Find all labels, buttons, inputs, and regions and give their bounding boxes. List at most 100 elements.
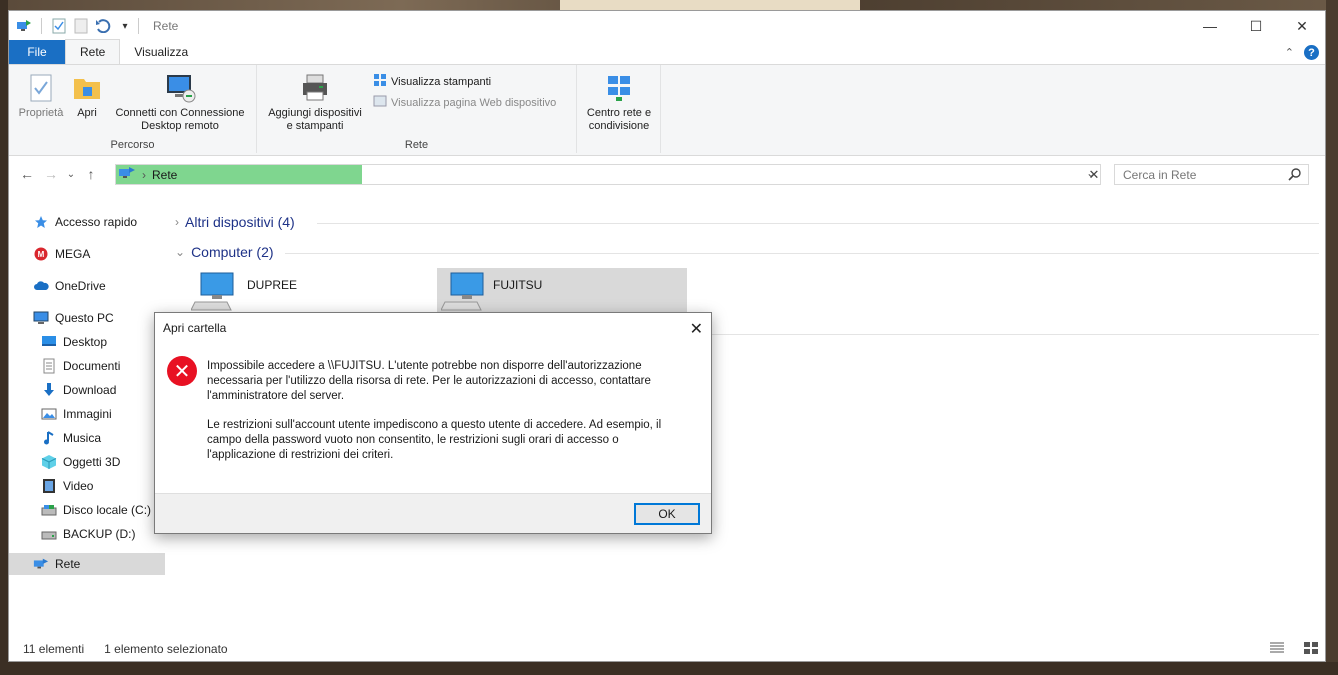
recent-locations-button[interactable]: ⌄	[63, 169, 79, 180]
connetti-desktop-remoto-button[interactable]: Connetti con Connessione Desktop remoto	[109, 71, 251, 133]
dialog-line: Le restrizioni sull'account utente imped…	[207, 419, 662, 431]
group-rete-label: Rete	[404, 139, 429, 151]
address-clear-button[interactable]: ✕	[1085, 164, 1103, 185]
up-button[interactable]: ↑	[79, 166, 103, 182]
group-altri-dispositivi[interactable]: › Altri dispositivi (4)	[175, 214, 295, 230]
group-altri-label: Altri dispositivi (4)	[185, 214, 295, 230]
group-centro: Centro rete e condivisione	[577, 65, 661, 153]
search-input[interactable]: Cerca in Rete	[1114, 164, 1309, 185]
desktop-wallpaper-top	[560, 0, 860, 10]
visualizza-stampanti-button[interactable]: Visualizza stampanti	[373, 73, 491, 90]
qat-dropdown-icon[interactable]: ▾	[116, 17, 134, 35]
collapse-ribbon-icon[interactable]: ⌃	[1285, 46, 1294, 59]
chevron-right-icon: ›	[175, 215, 179, 229]
address-bar[interactable]: › Rete ⌄	[115, 164, 1101, 185]
visualizza-pagina-web-button[interactable]: Visualizza pagina Web dispositivo	[373, 94, 556, 111]
sidebar-item-label: Accesso rapido	[55, 215, 138, 229]
chevron-right-icon[interactable]: ›	[142, 168, 146, 182]
network-icon	[33, 556, 49, 572]
properties-icon	[24, 71, 58, 105]
sidebar-item-documenti[interactable]: Documenti	[41, 358, 120, 374]
error-dialog: Apri cartella ✕ ✕ Impossibile accedere a…	[154, 312, 712, 534]
sidebar-item-questo-pc[interactable]: Questo PC	[33, 310, 114, 326]
group-divider	[285, 253, 1319, 254]
large-icons-view-icon[interactable]	[1303, 641, 1319, 658]
dialog-footer: OK	[155, 493, 711, 533]
sidebar-item-label: Immagini	[63, 407, 112, 421]
aggiungi-dispositivi-button[interactable]: Aggiungi dispositivi e stampanti	[261, 71, 369, 133]
sidebar-item-download[interactable]: Download	[41, 382, 116, 398]
minimize-button[interactable]: —	[1187, 11, 1233, 41]
tab-visualizza[interactable]: Visualizza	[120, 40, 202, 64]
ribbon: Proprietà Apri Connetti con Connessione …	[9, 65, 1325, 156]
search-placeholder: Cerca in Rete	[1123, 167, 1197, 182]
printer-icon	[298, 71, 332, 105]
sidebar-item-disco-locale[interactable]: Disco locale (C:)	[41, 502, 151, 518]
sidebar-item-oggetti-3d[interactable]: Oggetti 3D	[41, 454, 120, 470]
aggiungi-label-1: Aggiungi dispositivi	[268, 107, 362, 119]
dialog-paragraph-1: Impossibile accedere a \\FUJITSU. L'uten…	[207, 359, 697, 404]
new-folder-icon[interactable]	[72, 17, 90, 35]
sidebar-item-onedrive[interactable]: OneDrive	[33, 278, 106, 294]
sidebar-item-label: OneDrive	[55, 279, 106, 293]
svg-text:M: M	[38, 250, 45, 259]
forward-button[interactable]: →	[39, 166, 63, 182]
sidebar-item-immagini[interactable]: Immagini	[41, 406, 112, 422]
undo-icon[interactable]	[94, 17, 112, 35]
tab-file[interactable]: File	[9, 40, 65, 64]
printers-grid-icon	[373, 73, 387, 90]
proprieta-label: Proprietà	[18, 107, 64, 119]
back-button[interactable]: ←	[15, 166, 39, 182]
breadcrumb-rete[interactable]: Rete	[152, 168, 177, 182]
sidebar-item-label: Download	[63, 383, 117, 397]
centro-rete-button[interactable]: Centro rete e condivisione	[581, 71, 657, 133]
remote-desktop-icon	[163, 71, 197, 105]
sidebar-item-musica[interactable]: Musica	[41, 430, 101, 446]
help-icon[interactable]: ?	[1304, 45, 1319, 60]
apri-label: Apri	[77, 107, 97, 119]
maximize-icon: ☐	[1249, 17, 1263, 34]
sidebar-item-label: MEGA	[55, 247, 91, 261]
dialog-close-button[interactable]: ✕	[690, 319, 703, 339]
close-icon: ✕	[1296, 17, 1308, 34]
sidebar-item-label: BACKUP (D:)	[63, 527, 136, 541]
details-view-icon[interactable]	[1269, 641, 1285, 658]
network-icon[interactable]	[15, 17, 33, 35]
maximize-button[interactable]: ☐	[1233, 11, 1279, 41]
apri-button[interactable]: Apri	[71, 71, 103, 120]
status-bar: 11 elementi 1 elemento selezionato	[9, 637, 1325, 661]
window-title: Rete	[153, 19, 179, 33]
tab-rete[interactable]: Rete	[65, 39, 121, 64]
dialog-line: Impossibile accedere a \\FUJITSU. L'uten…	[207, 360, 642, 372]
proprieta-button[interactable]: Proprietà	[15, 71, 67, 120]
properties-icon[interactable]	[50, 17, 68, 35]
sidebar-item-mega[interactable]: M MEGA	[33, 246, 90, 262]
sidebar-item-rete[interactable]: Rete	[9, 553, 165, 575]
sidebar-item-accesso-rapido[interactable]: Accesso rapido	[33, 214, 137, 230]
title-bar: ▾ Rete — ☐ ✕	[9, 11, 1325, 41]
sidebar-item-video[interactable]: Video	[41, 478, 93, 494]
connetti-label-2: Desktop remoto	[141, 120, 219, 132]
sidebar-item-label: Desktop	[63, 335, 108, 349]
error-icon: ✕	[167, 356, 197, 386]
navigation-pane: Accesso rapido M MEGA OneDrive Questo PC…	[9, 204, 166, 634]
close-button[interactable]: ✕	[1279, 11, 1325, 41]
group-divider	[317, 223, 1319, 224]
video-icon	[41, 478, 57, 494]
selection-count: 1 elemento selezionato	[104, 642, 228, 656]
open-folder-icon	[70, 71, 104, 105]
item-count: 11 elementi	[23, 642, 85, 656]
group-computer[interactable]: ⌄ Computer (2)	[175, 244, 274, 260]
sidebar-item-desktop[interactable]: Desktop	[41, 334, 107, 350]
breadcrumb: › Rete	[116, 166, 177, 183]
aggiungi-label-2: e stampanti	[286, 120, 344, 132]
group-percorso-label: Percorso	[110, 139, 155, 151]
sidebar-item-backup[interactable]: BACKUP (D:)	[41, 526, 135, 542]
music-icon	[41, 430, 57, 446]
ok-button[interactable]: OK	[634, 503, 700, 525]
network-center-icon	[602, 71, 636, 105]
minimize-icon: —	[1203, 18, 1217, 34]
dialog-paragraph-2: Le restrizioni sull'account utente imped…	[207, 418, 697, 463]
desktop-wallpaper-right	[1326, 0, 1338, 675]
dialog-title: Apri cartella	[163, 321, 227, 335]
